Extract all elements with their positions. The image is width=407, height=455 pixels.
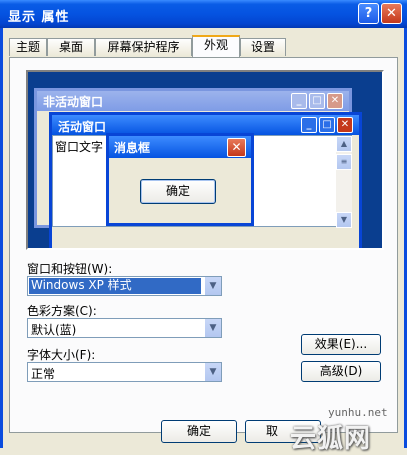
preview-scrollbar: ▲ ≡ ▼ (336, 136, 352, 228)
inactive-window-title: 非活动窗口 (43, 95, 104, 109)
appearance-panel: 非活动窗口 _ □ ✕ 活动窗口 _ □ ✕ 窗口文字 ▲ ≡ ▼ 消息框 ✕ … (9, 57, 398, 433)
windows-buttons-label: 窗口和按钮(W): (27, 262, 113, 276)
ok-button[interactable]: 确定 (161, 420, 237, 443)
window-text-label: 窗口文字 (55, 140, 104, 154)
inactive-window-titlebar: 非活动窗口 _ □ ✕ (37, 91, 349, 111)
color-scheme-label: 色彩方案(C): (27, 304, 97, 318)
maximize-icon: □ (319, 117, 335, 133)
window-title: 显示 属性 (8, 10, 70, 25)
active-window-title: 活动窗口 (58, 120, 107, 134)
color-scheme-value: 默认(蓝) (31, 323, 77, 337)
watermark-brand: 云狐网 (290, 424, 372, 454)
advanced-button[interactable]: 高级(D) (301, 361, 381, 382)
title-bar[interactable]: 显示 属性 ? ✕ (0, 0, 407, 28)
message-box-title: 消息框 (114, 141, 151, 155)
display-properties-window: 显示 属性 ? ✕ 主题 桌面 屏幕保护程序 外观 设置 非活动窗口 _ □ ✕ (0, 0, 407, 454)
tab-desktop[interactable]: 桌面 (47, 38, 95, 56)
message-box-preview: 消息框 ✕ 确定 (106, 133, 254, 226)
font-size-label: 字体大小(F): (27, 348, 96, 362)
windows-buttons-value: Windows XP 样式 (29, 278, 201, 294)
close-button[interactable]: ✕ (381, 3, 402, 24)
font-size-select[interactable]: 正常 ▼ (27, 362, 222, 382)
font-size-value: 正常 (31, 367, 56, 381)
minimize-icon: _ (301, 117, 317, 133)
help-button[interactable]: ? (358, 3, 379, 24)
chevron-down-icon[interactable]: ▼ (204, 319, 221, 337)
maximize-icon: □ (309, 93, 325, 109)
tab-settings[interactable]: 设置 (240, 38, 286, 56)
minimize-icon: _ (291, 93, 307, 109)
active-window-titlebar: 活动窗口 _ □ ✕ (52, 115, 359, 135)
message-box-titlebar: 消息框 ✕ (109, 136, 251, 158)
scroll-up-icon: ▲ (336, 136, 352, 152)
tab-screensaver[interactable]: 屏幕保护程序 (95, 38, 192, 56)
effects-button[interactable]: 效果(E)... (301, 334, 381, 355)
tab-themes[interactable]: 主题 (9, 38, 47, 56)
chevron-down-icon[interactable]: ▼ (204, 277, 221, 295)
color-scheme-select[interactable]: 默认(蓝) ▼ (27, 318, 222, 338)
appearance-preview: 非活动窗口 _ □ ✕ 活动窗口 _ □ ✕ 窗口文字 ▲ ≡ ▼ 消息框 ✕ … (26, 70, 384, 250)
dialog-client-area: 主题 桌面 屏幕保护程序 外观 设置 非活动窗口 _ □ ✕ 活动窗口 _ □ … (3, 28, 404, 448)
message-box-ok-button: 确定 (140, 179, 216, 204)
close-icon: ✕ (227, 138, 246, 157)
scroll-down-icon: ▼ (336, 212, 352, 228)
close-icon: ✕ (337, 117, 353, 133)
tab-appearance[interactable]: 外观 (192, 35, 240, 57)
windows-buttons-select[interactable]: Windows XP 样式 ▼ (27, 276, 222, 296)
chevron-down-icon[interactable]: ▼ (204, 363, 221, 381)
scroll-thumb: ≡ (336, 154, 352, 170)
close-icon: ✕ (327, 93, 343, 109)
